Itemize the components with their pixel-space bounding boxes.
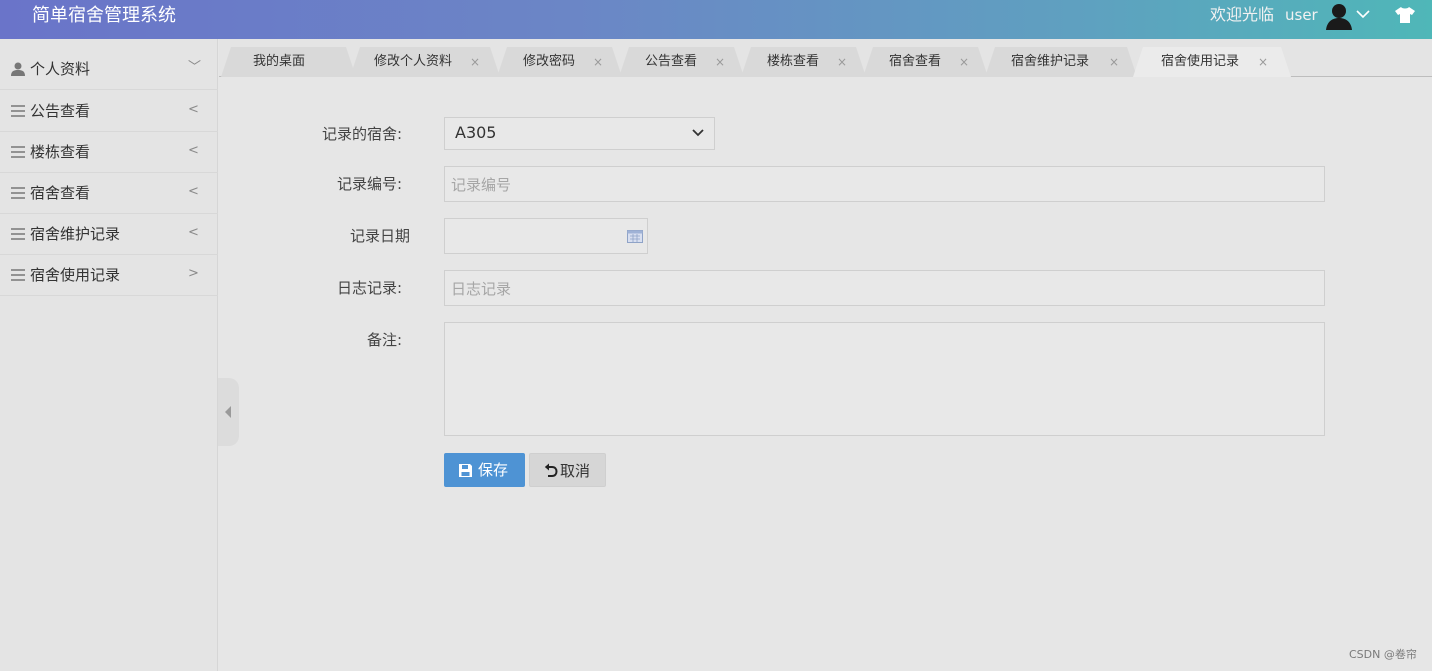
tab-label: 修改密码 [523,54,576,69]
sidebar-collapse-handle[interactable] [218,378,239,446]
tab-label: 公告查看 [645,54,698,69]
username[interactable]: user [1285,6,1318,24]
caret-left-icon [225,406,231,418]
close-icon[interactable]: × [715,53,725,71]
sidebar-item-label: 楼栋查看 [30,143,91,161]
menu-icon [11,269,25,281]
record-no-input[interactable]: 记录编号 [444,166,1325,202]
tab-label: 我的桌面 [253,54,306,69]
tab-label: 宿舍维护记录 [1011,54,1090,69]
cancel-button[interactable]: 取消 [529,453,606,487]
remark-textarea[interactable] [444,322,1325,436]
chevron-left-icon: < [188,184,199,199]
chevron-left-icon: < [188,225,199,240]
save-button-label: 保存 [478,461,509,479]
user-icon [11,62,25,76]
tab-maintenance[interactable]: 宿舍维护记录 × [985,47,1137,77]
sidebar-item-maintenance[interactable]: 宿舍维护记录 < [0,214,218,255]
tab-notice[interactable]: 公告查看 × [619,47,744,77]
log-label: 日志记录: [336,279,402,297]
sidebar-item-usage[interactable]: 宿舍使用记录 > [0,255,218,296]
top-header: 简单宿舍管理系统 欢迎光临 user [0,0,1432,39]
log-placeholder: 日志记录 [451,280,512,298]
close-icon[interactable]: × [1258,53,1268,71]
sidebar-item-label: 宿舍使用记录 [30,266,121,284]
sidebar-item-label: 宿舍维护记录 [30,225,121,243]
dorm-select[interactable]: A305 [444,117,715,150]
watermark: CSDN @卷帘 [1349,648,1417,661]
sidebar-item-label: 公告查看 [30,102,91,120]
sidebar-item-notice[interactable]: 公告查看 < [0,91,218,132]
chevron-down-icon: ﹀ [188,60,202,75]
log-input[interactable]: 日志记录 [444,270,1325,306]
tab-edit-profile[interactable]: 修改个人资料 × [350,47,500,77]
tab-change-password[interactable]: 修改密码 × [497,47,622,77]
tab-desktop[interactable]: 我的桌面 [221,47,356,77]
tab-label: 修改个人资料 [374,54,453,69]
chevron-down-icon [692,129,704,137]
welcome-text: 欢迎光临 [1210,5,1275,24]
user-avatar-icon[interactable] [1324,2,1354,30]
tab-label: 宿舍使用记录 [1161,54,1240,69]
record-date-label: 记录日期 [349,227,410,245]
tab-usage-record[interactable]: 宿舍使用记录 × [1133,47,1291,77]
sidebar-item-profile[interactable]: 个人资料 ﹀ [0,49,218,90]
calendar-icon[interactable] [627,229,643,243]
sidebar-item-label: 个人资料 [30,60,91,78]
undo-icon [544,463,558,477]
chevron-left-icon: < [188,102,199,117]
record-no-label: 记录编号: [336,175,402,193]
record-date-input[interactable] [444,218,648,254]
menu-icon [11,187,25,199]
close-icon[interactable]: × [1109,53,1119,71]
tab-label: 宿舍查看 [889,54,942,69]
app-title: 简单宿舍管理系统 [32,5,176,26]
save-button[interactable]: 保存 [444,453,525,487]
tab-bar: 我的桌面 修改个人资料 × 修改密码 × 公告查看 × 楼栋查看 × 宿舍查看 … [219,39,1432,77]
sidebar: 个人资料 ﹀ 公告查看 < 楼栋查看 < 宿舍查看 < 宿舍维护记录 < 宿舍使… [0,39,218,671]
dorm-label: 记录的宿舍: [321,125,402,143]
dorm-select-value: A305 [455,123,497,142]
record-no-placeholder: 记录编号 [451,176,512,194]
tab-building[interactable]: 楼栋查看 × [741,47,866,77]
menu-icon [11,228,25,240]
close-icon[interactable]: × [593,53,603,71]
remark-label: 备注: [366,331,402,349]
chevron-down-icon[interactable] [1356,9,1370,19]
chevron-left-icon: < [188,143,199,158]
tab-dorm[interactable]: 宿舍查看 × [863,47,988,77]
theme-shirt-icon[interactable] [1394,6,1416,24]
cancel-button-label: 取消 [560,462,591,480]
close-icon[interactable]: × [959,53,969,71]
sidebar-item-building[interactable]: 楼栋查看 < [0,132,218,173]
floppy-disk-icon [459,464,472,477]
close-icon[interactable]: × [470,53,480,71]
menu-icon [11,146,25,158]
sidebar-item-label: 宿舍查看 [30,184,91,202]
tab-label: 楼栋查看 [767,54,820,69]
close-icon[interactable]: × [837,53,847,71]
menu-icon [11,105,25,117]
sidebar-item-dorm[interactable]: 宿舍查看 < [0,173,218,214]
chevron-right-icon: > [188,266,199,281]
